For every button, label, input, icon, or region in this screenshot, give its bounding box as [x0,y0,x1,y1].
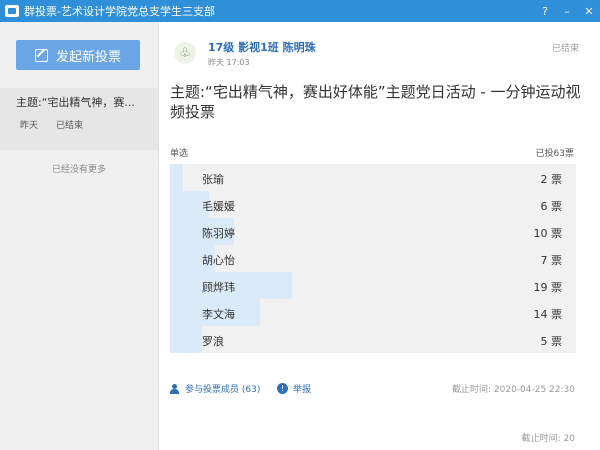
vote-item-topic: 主题:“宅出精气神，赛... [16,96,135,109]
vote-item-meta: 昨天 已结束 [16,118,158,131]
vote-options: 张瑜 2 票 毛媛媛 6 票 陈羽婷 10 票 胡心怡 7 票 顾烨玮 19 票… [170,164,576,353]
vote-option[interactable]: 顾烨玮 19 票 [170,272,576,299]
vote-total: 已投63票 [535,149,574,159]
vote-option-count: 19 票 [533,281,563,294]
participants-link[interactable]: 参与投票成员 (63) [170,382,260,395]
vote-option-count: 10 票 [533,227,563,240]
vote-option-name: 张瑜 [202,173,224,186]
vote-option-name: 罗浪 [202,335,224,348]
vote-option-count: 2 票 [540,173,563,186]
minimize-icon[interactable]: – [556,0,578,22]
vote-detail-panel: ♧ 17级 影视1班 陈明珠 昨天 17:03 已结束 主题:“宅出精气神，赛出… [160,22,600,450]
vote-option-name: 胡心怡 [202,254,235,267]
report-label: 举报 [293,385,312,395]
vote-option[interactable]: 张瑜 2 票 [170,164,576,191]
vote-option-name: 陈羽婷 [202,227,235,240]
vote-option-count: 6 票 [540,200,563,213]
vote-item-date: 昨天 [20,121,39,131]
window-titlebar: 群投票-艺术设计学院党总支学生三支部 ? – ✕ [0,0,600,22]
no-more-text: 已经没有更多 [51,165,106,175]
report-icon: ! [277,383,288,394]
deadline-text-partial: 截止时间: 20 [521,434,575,444]
vote-type: 单选 [170,149,189,159]
vote-option-bar [170,164,183,191]
vote-option-name: 李文海 [202,308,235,321]
help-icon[interactable]: ? [534,0,556,22]
window-controls: ? – ✕ [534,0,600,22]
vote-option-count: 14 票 [533,308,563,321]
deadline-text: 截止时间: 2020-04-25 22:30 [452,385,575,395]
vote-item-status: 已结束 [56,121,84,131]
new-vote-button[interactable]: 发起新投票 [16,40,140,70]
poster-name: 17级 影视1班 陈明珠 [208,41,316,54]
vote-option[interactable]: 陈羽婷 10 票 [170,218,576,245]
window-title: 群投票-艺术设计学院党总支学生三支部 [24,5,215,18]
close-icon[interactable]: ✕ [578,0,600,22]
report-link[interactable]: ! 举报 [277,382,311,395]
avatar: ♧ [174,42,196,64]
new-vote-label: 发起新投票 [55,49,121,65]
vote-subject: 主题:“宅出精气神，赛出好体能”主题党日活动 - 一分钟运动视频投票 [170,83,581,121]
participants-label: 参与投票成员 (63) [185,385,261,395]
post-time: 昨天 17:03 [208,58,250,67]
vote-list-item[interactable]: 主题:“宅出精气神，赛... 昨天 已结束 [0,88,158,150]
vote-option-name: 顾烨玮 [202,281,235,294]
status-badge: 已结束 [551,44,579,54]
vote-option[interactable]: 毛媛媛 6 票 [170,191,576,218]
edit-icon [34,48,48,62]
sidebar: 发起新投票 主题:“宅出精气神，赛... 昨天 已结束 已经没有更多 [0,22,159,450]
app-icon [5,5,19,17]
person-icon [170,383,179,394]
vote-option-count: 7 票 [540,254,563,267]
vote-option-bar [170,326,203,353]
vote-option[interactable]: 罗浪 5 票 [170,326,576,353]
vote-option-count: 5 票 [540,335,563,348]
vote-option[interactable]: 胡心怡 7 票 [170,245,576,272]
vote-option-name: 毛媛媛 [202,200,235,213]
vote-option[interactable]: 李文海 14 票 [170,299,576,326]
